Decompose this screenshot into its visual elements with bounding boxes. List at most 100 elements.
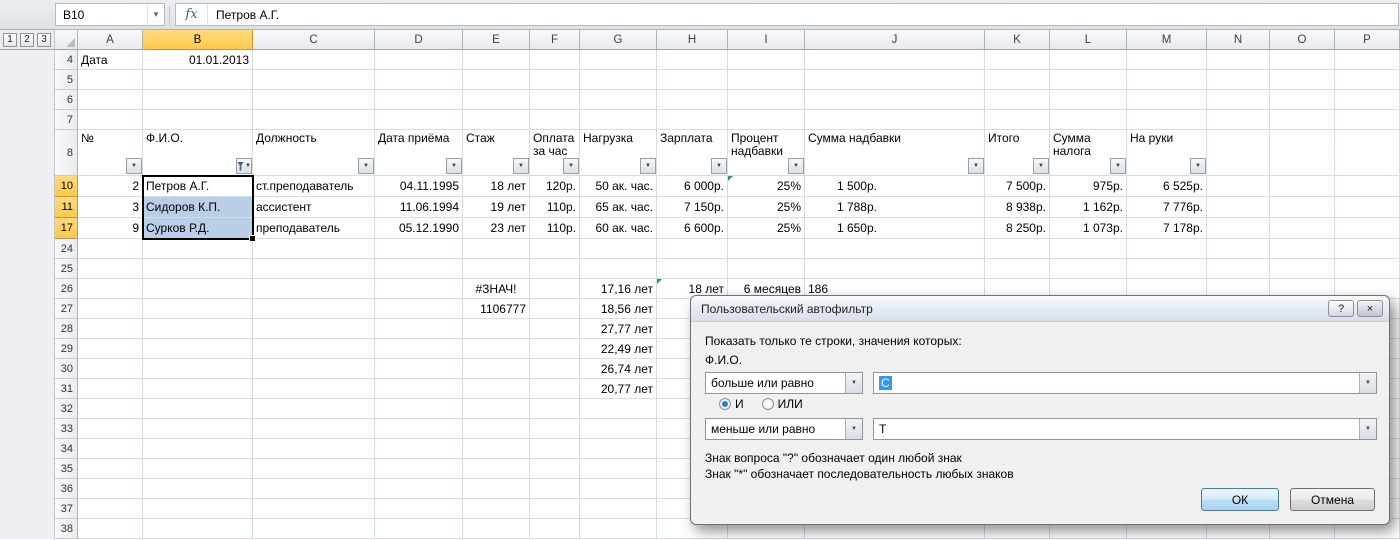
cell-F38[interactable] xyxy=(530,519,580,539)
column-header-A[interactable]: A xyxy=(78,30,143,50)
cell-P8[interactable] xyxy=(1335,130,1400,176)
cell-D35[interactable] xyxy=(375,459,463,479)
cell-P7[interactable] xyxy=(1335,110,1400,130)
cell-O6[interactable] xyxy=(1270,90,1335,110)
cell-B24[interactable] xyxy=(143,239,253,259)
cell-B25[interactable] xyxy=(143,259,253,279)
name-box-dropdown-icon[interactable]: ▾ xyxy=(147,4,164,25)
cell-L25[interactable] xyxy=(1050,259,1127,279)
cell-G30[interactable]: 26,74 лет xyxy=(580,359,657,379)
cell-C24[interactable] xyxy=(253,239,375,259)
cell-A17[interactable]: 9 xyxy=(78,218,143,239)
cell-D27[interactable] xyxy=(375,299,463,319)
cell-D37[interactable] xyxy=(375,499,463,519)
cell-M24[interactable] xyxy=(1127,239,1207,259)
cell-H10[interactable]: 6 000р. xyxy=(657,176,728,197)
cell-F32[interactable] xyxy=(530,399,580,419)
cell-C30[interactable] xyxy=(253,359,375,379)
cell-A36[interactable] xyxy=(78,479,143,499)
cell-A29[interactable] xyxy=(78,339,143,359)
cell-O25[interactable] xyxy=(1270,259,1335,279)
cell-E32[interactable] xyxy=(463,399,530,419)
cell-K8[interactable]: Итого ▼ xyxy=(985,130,1050,176)
cell-K5[interactable] xyxy=(985,70,1050,90)
column-header-M[interactable]: M xyxy=(1127,30,1207,50)
cell-A27[interactable] xyxy=(78,299,143,319)
cell-G5[interactable] xyxy=(580,70,657,90)
column-header-D[interactable]: D xyxy=(375,30,463,50)
filter-button-F[interactable]: ▼ xyxy=(563,158,579,174)
cell-J17[interactable]: 1 650р. xyxy=(805,218,985,239)
cell-B35[interactable] xyxy=(143,459,253,479)
cell-G38[interactable] xyxy=(580,519,657,539)
cell-C10[interactable]: ст.преподаватель xyxy=(253,176,375,197)
cell-P11[interactable] xyxy=(1335,197,1400,218)
cell-C7[interactable] xyxy=(253,110,375,130)
cell-B26[interactable] xyxy=(143,279,253,299)
cell-G6[interactable] xyxy=(580,90,657,110)
row-header-30[interactable]: 30 xyxy=(55,359,78,379)
cell-K17[interactable]: 8 250р. xyxy=(985,218,1050,239)
cell-E17[interactable]: 23 лет xyxy=(463,218,530,239)
cell-L7[interactable] xyxy=(1050,110,1127,130)
cell-O24[interactable] xyxy=(1270,239,1335,259)
row-header-37[interactable]: 37 xyxy=(55,499,78,519)
cell-M17[interactable]: 7 178р. xyxy=(1127,218,1207,239)
cell-F7[interactable] xyxy=(530,110,580,130)
cell-C17[interactable]: преподаватель xyxy=(253,218,375,239)
cell-I6[interactable] xyxy=(728,90,805,110)
formula-bar-splitter[interactable] xyxy=(165,0,175,29)
cell-F35[interactable] xyxy=(530,459,580,479)
outline-level-3-button[interactable]: 3 xyxy=(37,32,51,47)
cell-E24[interactable] xyxy=(463,239,530,259)
cell-G26[interactable]: 17,16 лет xyxy=(580,279,657,299)
cell-K25[interactable] xyxy=(985,259,1050,279)
cell-G17[interactable]: 60 ак. час. xyxy=(580,218,657,239)
cell-C11[interactable]: ассистент xyxy=(253,197,375,218)
cell-O17[interactable] xyxy=(1270,218,1335,239)
cell-D25[interactable] xyxy=(375,259,463,279)
filter-button-L[interactable]: ▼ xyxy=(1110,158,1126,174)
outline-level-2-button[interactable]: 2 xyxy=(20,32,34,47)
cell-F36[interactable] xyxy=(530,479,580,499)
condition2-select[interactable]: меньше или равно ▼ xyxy=(705,418,863,440)
select-all-corner[interactable] xyxy=(55,30,78,50)
filter-button-A[interactable]: ▼ xyxy=(126,158,142,174)
cell-I17[interactable]: 25% xyxy=(728,218,805,239)
value1-combo[interactable]: С ▼ xyxy=(873,372,1377,394)
cell-E34[interactable] xyxy=(463,439,530,459)
cell-N17[interactable] xyxy=(1207,218,1270,239)
cell-L10[interactable]: 975р. xyxy=(1050,176,1127,197)
row-header-29[interactable]: 29 xyxy=(55,339,78,359)
row-header-26[interactable]: 26 xyxy=(55,279,78,299)
cell-B32[interactable] xyxy=(143,399,253,419)
cell-F24[interactable] xyxy=(530,239,580,259)
filter-button-G[interactable]: ▼ xyxy=(640,158,656,174)
row-header-31[interactable]: 31 xyxy=(55,379,78,399)
cell-F17[interactable]: 110р. xyxy=(530,218,580,239)
cell-E5[interactable] xyxy=(463,70,530,90)
filter-button-M[interactable]: ▼ xyxy=(1190,158,1206,174)
cell-D24[interactable] xyxy=(375,239,463,259)
column-header-C[interactable]: C xyxy=(253,30,375,50)
cell-C31[interactable] xyxy=(253,379,375,399)
cell-L5[interactable] xyxy=(1050,70,1127,90)
cell-E4[interactable] xyxy=(463,50,530,70)
cell-E10[interactable]: 18 лет xyxy=(463,176,530,197)
cell-O10[interactable] xyxy=(1270,176,1335,197)
cell-F25[interactable] xyxy=(530,259,580,279)
cell-C25[interactable] xyxy=(253,259,375,279)
cell-E7[interactable] xyxy=(463,110,530,130)
cell-N24[interactable] xyxy=(1207,239,1270,259)
filter-button-I[interactable]: ▼ xyxy=(788,158,804,174)
cell-N5[interactable] xyxy=(1207,70,1270,90)
condition1-select[interactable]: больше или равно ▼ xyxy=(705,372,863,394)
cell-A28[interactable] xyxy=(78,319,143,339)
cell-A6[interactable] xyxy=(78,90,143,110)
cell-P10[interactable] xyxy=(1335,176,1400,197)
cell-H7[interactable] xyxy=(657,110,728,130)
cell-C27[interactable] xyxy=(253,299,375,319)
cell-P25[interactable] xyxy=(1335,259,1400,279)
cell-H25[interactable] xyxy=(657,259,728,279)
radio-or[interactable]: ИЛИ xyxy=(761,397,803,411)
